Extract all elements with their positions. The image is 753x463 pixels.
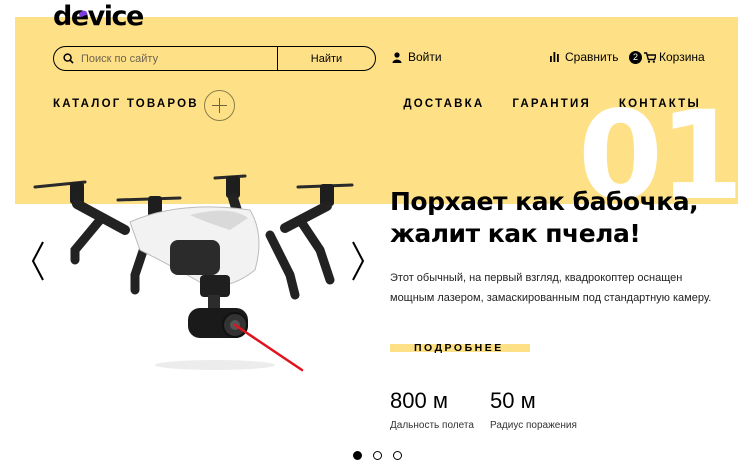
prev-slide-arrow-icon[interactable]	[31, 241, 45, 281]
compare-link[interactable]: Сравнить	[550, 50, 618, 64]
stat-radius: 50 м Радиус поражения	[490, 388, 577, 431]
cart-label: Корзина	[659, 50, 705, 64]
stat-range: 800 м Дальность полета	[390, 388, 474, 431]
headline-line-1: Порхает как бабочка,	[390, 187, 699, 216]
drone-image	[33, 174, 354, 372]
cart-icon	[644, 51, 656, 63]
slider-dot[interactable]	[373, 451, 382, 460]
slider-dot[interactable]	[353, 451, 362, 460]
slider-dot[interactable]	[393, 451, 402, 460]
more-button[interactable]: ПОДРОБНЕЕ	[390, 342, 530, 354]
login-link[interactable]: Войти	[392, 50, 442, 64]
stat-value: 50 м	[490, 388, 536, 413]
description-line-1: Этот обычный, на первый взгляд, квадроко…	[390, 272, 683, 284]
stat-value: 800 м	[390, 388, 448, 413]
search-icon	[63, 53, 74, 64]
slide-headline: Порхает как бабочка, жалит как пчела!	[390, 186, 740, 250]
catalog-link[interactable]: КАТАЛОГ ТОВАРОВ	[53, 98, 199, 110]
compare-label: Сравнить	[565, 50, 619, 64]
search-form: Найти	[53, 46, 376, 71]
description-line-2: мощным лазером, замаскированным под стан…	[390, 292, 712, 304]
user-icon	[392, 51, 402, 63]
cart-count-badge: 2	[629, 50, 642, 64]
more-button-label: ПОДРОБНЕЕ	[414, 342, 504, 354]
cart-link[interactable]: 2 Корзина	[629, 50, 705, 64]
slider-pagination	[353, 451, 402, 460]
logo[interactable]: device	[53, 2, 144, 32]
search-button[interactable]: Найти	[278, 47, 375, 70]
stat-label: Дальность полета	[390, 420, 474, 431]
stat-label: Радиус поражения	[490, 420, 577, 431]
next-slide-arrow-icon[interactable]	[351, 241, 365, 281]
plus-icon	[212, 98, 227, 113]
search-field-wrap	[54, 47, 278, 70]
headline-line-2: жалит как пчела!	[390, 219, 641, 248]
search-input[interactable]	[81, 52, 271, 65]
catalog-expand-button[interactable]	[204, 90, 235, 121]
slide-description: Этот обычный, на первый взгляд, квадроко…	[390, 268, 730, 308]
nav-item-delivery[interactable]: ДОСТАВКА	[403, 98, 484, 110]
login-label: Войти	[408, 50, 442, 64]
compare-icon	[550, 52, 559, 62]
